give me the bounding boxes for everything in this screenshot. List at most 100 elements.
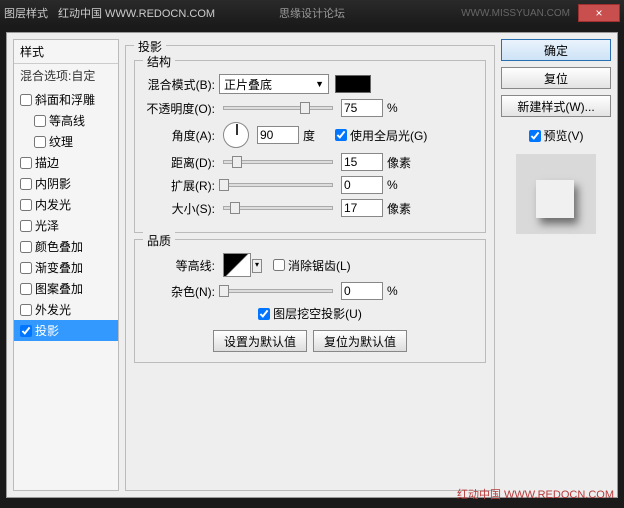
spread-label: 扩展(R): [143, 177, 215, 194]
sidebar-item-label: 颜色叠加 [35, 238, 83, 255]
new-style-button[interactable]: 新建样式(W)... [501, 95, 611, 117]
sidebar-item-checkbox[interactable] [20, 262, 32, 274]
size-unit: 像素 [387, 200, 415, 217]
knockout-checkbox[interactable]: 图层挖空投影(U) [258, 305, 362, 322]
sidebar-item-8[interactable]: 渐变叠加 [14, 257, 118, 278]
size-slider[interactable] [223, 206, 333, 210]
sidebar-item-1[interactable]: 等高线 [14, 110, 118, 131]
preview-label: 预览(V) [544, 127, 584, 144]
titlebar: 图层样式 红动中国 WWW.REDOCN.COM 思缘设计论坛 WWW.MISS… [0, 0, 624, 26]
opacity-input[interactable] [341, 99, 383, 117]
contour-picker[interactable]: ▾ [223, 253, 251, 277]
shadow-color-swatch[interactable] [335, 75, 371, 93]
global-light-label: 使用全局光(G) [350, 127, 427, 144]
noise-unit: % [387, 284, 415, 298]
sidebar-item-label: 图案叠加 [35, 280, 83, 297]
sidebar-item-label: 内阴影 [35, 175, 71, 192]
sidebar-item-label: 光泽 [35, 217, 59, 234]
noise-input[interactable] [341, 282, 383, 300]
angle-unit: 度 [303, 127, 331, 144]
reset-default-button[interactable]: 复位为默认值 [313, 330, 407, 352]
chevron-down-icon: ▼ [315, 79, 324, 89]
sidebar-item-7[interactable]: 颜色叠加 [14, 236, 118, 257]
ok-button[interactable]: 确定 [501, 39, 611, 61]
sidebar-item-2[interactable]: 纹理 [14, 131, 118, 152]
preview-input[interactable] [529, 130, 541, 142]
sidebar-item-label: 描边 [35, 154, 59, 171]
blend-mode-label: 混合模式(B): [143, 76, 215, 93]
sidebar-item-checkbox[interactable] [34, 136, 46, 148]
sidebar-item-9[interactable]: 图案叠加 [14, 278, 118, 299]
sidebar-item-checkbox[interactable] [20, 178, 32, 190]
distance-unit: 像素 [387, 154, 415, 171]
sidebar-item-label: 等高线 [49, 112, 85, 129]
cancel-button[interactable]: 复位 [501, 67, 611, 89]
sidebar-item-5[interactable]: 内发光 [14, 194, 118, 215]
sidebar-item-label: 外发光 [35, 301, 71, 318]
sidebar-item-11[interactable]: 投影 [14, 320, 118, 341]
blend-mode-select[interactable]: 正片叠底 ▼ [219, 74, 329, 94]
make-default-button[interactable]: 设置为默认值 [213, 330, 307, 352]
sidebar-item-6[interactable]: 光泽 [14, 215, 118, 236]
knockout-input[interactable] [258, 308, 270, 320]
styles-sidebar: 样式 混合选项:自定 斜面和浮雕等高线纹理描边内阴影内发光光泽颜色叠加渐变叠加图… [13, 39, 119, 491]
sidebar-item-label: 投影 [35, 322, 59, 339]
sidebar-item-checkbox[interactable] [20, 220, 32, 232]
close-button[interactable]: × [578, 4, 620, 22]
sidebar-item-checkbox[interactable] [20, 94, 32, 106]
distance-label: 距离(D): [143, 154, 215, 171]
angle-dial[interactable] [223, 122, 249, 148]
spread-slider[interactable] [223, 183, 333, 187]
distance-input[interactable] [341, 153, 383, 171]
sidebar-item-checkbox[interactable] [34, 115, 46, 127]
sidebar-blend-options[interactable]: 混合选项:自定 [14, 64, 118, 87]
footer-watermark: 红动中国 WWW.REDOCN.COM [457, 486, 614, 502]
opacity-label: 不透明度(O): [143, 100, 215, 117]
sidebar-item-3[interactable]: 描边 [14, 152, 118, 173]
angle-input[interactable] [257, 126, 299, 144]
antialias-label: 消除锯齿(L) [288, 257, 351, 274]
sidebar-item-label: 斜面和浮雕 [35, 91, 95, 108]
size-label: 大小(S): [143, 200, 215, 217]
opacity-unit: % [387, 101, 415, 115]
watermark-center: 思缘设计论坛 [279, 5, 345, 21]
contour-label: 等高线: [143, 257, 215, 274]
preview-checkbox[interactable]: 预览(V) [501, 127, 611, 144]
spread-input[interactable] [341, 176, 383, 194]
antialias-checkbox[interactable]: 消除锯齿(L) [273, 257, 351, 274]
main-group: 投影 结构 混合模式(B): 正片叠底 ▼ 不透明度(O): [125, 45, 495, 491]
watermark-left: 红动中国 WWW.REDOCN.COM [58, 5, 215, 21]
preview-thumbnail [516, 154, 596, 234]
close-icon: × [595, 6, 602, 20]
sidebar-header: 样式 [14, 40, 118, 64]
spread-unit: % [387, 178, 415, 192]
sidebar-item-4[interactable]: 内阴影 [14, 173, 118, 194]
distance-slider[interactable] [223, 160, 333, 164]
sidebar-item-checkbox[interactable] [20, 199, 32, 211]
global-light-input[interactable] [335, 129, 347, 141]
watermark-right: WWW.MISSYUAN.COM [461, 8, 570, 19]
noise-label: 杂色(N): [143, 283, 215, 300]
antialias-input[interactable] [273, 259, 285, 271]
noise-slider[interactable] [223, 289, 333, 293]
sidebar-item-label: 渐变叠加 [35, 259, 83, 276]
quality-title: 品质 [143, 232, 175, 249]
sidebar-item-checkbox[interactable] [20, 241, 32, 253]
global-light-checkbox[interactable]: 使用全局光(G) [335, 127, 427, 144]
sidebar-item-10[interactable]: 外发光 [14, 299, 118, 320]
sidebar-item-checkbox[interactable] [20, 304, 32, 316]
sidebar-item-label: 纹理 [49, 133, 73, 150]
structure-title: 结构 [143, 53, 175, 70]
sidebar-item-checkbox[interactable] [20, 157, 32, 169]
size-input[interactable] [341, 199, 383, 217]
angle-label: 角度(A): [143, 127, 215, 144]
sidebar-item-0[interactable]: 斜面和浮雕 [14, 89, 118, 110]
structure-group: 结构 混合模式(B): 正片叠底 ▼ 不透明度(O): % [134, 60, 486, 233]
knockout-label: 图层挖空投影(U) [273, 305, 362, 322]
quality-group: 品质 等高线: ▾ 消除锯齿(L) 杂色(N): [134, 239, 486, 363]
opacity-slider[interactable] [223, 106, 333, 110]
sidebar-item-checkbox[interactable] [20, 283, 32, 295]
chevron-down-icon: ▾ [252, 259, 262, 273]
blend-mode-value: 正片叠底 [224, 76, 272, 93]
sidebar-item-checkbox[interactable] [20, 325, 32, 337]
